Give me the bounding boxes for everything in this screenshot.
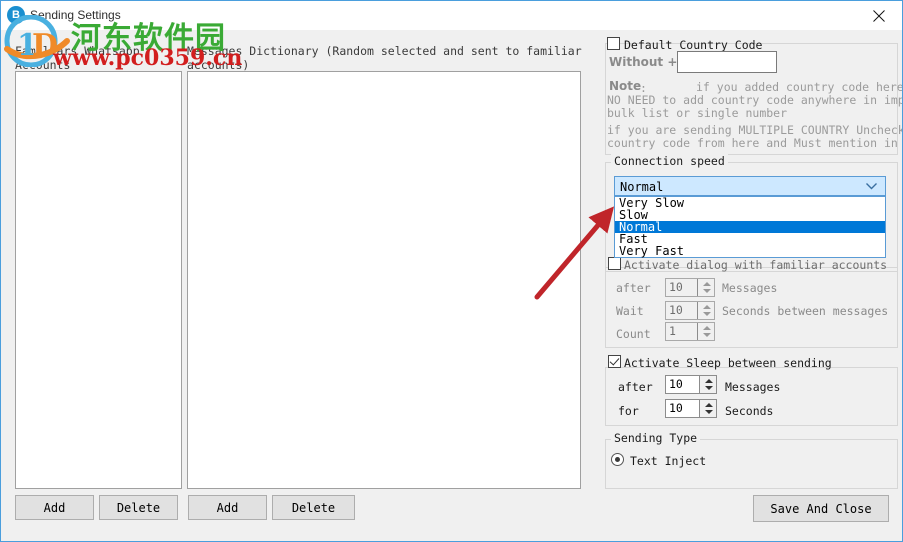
sleep-after-unit: Messages <box>725 380 781 394</box>
stepper-arrows[interactable] <box>697 323 714 340</box>
text-inject-radio[interactable] <box>611 453 624 466</box>
connection-speed-dropdown[interactable]: Normal <box>614 176 886 196</box>
sending-settings-window: B Sending Settings 1 D 河东软件园 www.pc0359.… <box>0 0 903 542</box>
stepper-arrows[interactable] <box>699 400 716 417</box>
save-and-close-button[interactable]: Save And Close <box>753 495 889 522</box>
dialog-count-label: Count <box>616 327 651 341</box>
dialog-after-label: after <box>616 281 651 295</box>
messages-delete-button[interactable]: Delete <box>272 495 355 520</box>
sleep-after-stepper[interactable]: 10 <box>665 375 717 394</box>
sleep-for-stepper[interactable]: 10 <box>665 399 717 418</box>
combo-option[interactable]: Very Fast <box>615 245 885 258</box>
connection-speed-option-list[interactable]: Very Slow Slow Normal Fast Very Fast <box>614 196 886 258</box>
messages-dictionary-listbox[interactable] <box>187 71 581 489</box>
title-bar: B Sending Settings <box>1 1 902 30</box>
note-line-2: NO NEED to add country code anywhere in … <box>607 93 902 107</box>
combo-option[interactable]: Very Slow <box>615 197 885 210</box>
activate-sleep-label: Activate Sleep between sending <box>624 356 832 370</box>
dialog-after-value: 10 <box>669 280 683 294</box>
text-inject-label: Text Inject <box>630 454 707 468</box>
close-button[interactable] <box>856 1 902 29</box>
sleep-for-value: 10 <box>669 401 683 415</box>
note-line-3: bulk list or single number <box>607 106 788 120</box>
without-plus-label: Without + <box>609 55 678 69</box>
stepper-arrows[interactable] <box>699 376 716 393</box>
dialog-wait-value: 10 <box>669 303 683 317</box>
dialog-wait-label: Wait <box>616 304 644 318</box>
sleep-for-label: for <box>618 404 639 418</box>
dialog-wait-unit: Seconds between messages <box>722 304 889 318</box>
chevron-down-icon <box>866 183 877 190</box>
dialog-wait-stepper[interactable]: 10 <box>665 301 715 320</box>
combo-option-selected[interactable]: Normal <box>615 221 885 233</box>
window-title: Sending Settings <box>30 8 121 22</box>
default-country-code-label: Default Country Code <box>624 38 763 52</box>
note-label: Note <box>609 79 642 93</box>
dialog-after-unit: Messages <box>722 281 778 295</box>
sending-type-title: Sending Type <box>611 431 701 445</box>
dialog-count-value: 1 <box>669 324 676 338</box>
familiars-accounts-label: Familiars Whatsapp Accounts <box>15 44 140 72</box>
stepper-arrows[interactable] <box>697 279 714 296</box>
familiars-add-button[interactable]: Add <box>15 495 94 520</box>
sleep-after-label: after <box>618 380 653 394</box>
connection-speed-title: Connection speed <box>611 154 728 168</box>
dialog-after-stepper[interactable]: 10 <box>665 278 715 297</box>
activate-dialog-checkbox[interactable] <box>608 257 621 270</box>
messages-dictionary-label: Messages Dictionary (Random selected and… <box>187 44 582 72</box>
country-code-input[interactable] <box>677 51 777 73</box>
dialog-count-stepper[interactable]: 1 <box>665 322 715 341</box>
messages-add-button[interactable]: Add <box>188 495 267 520</box>
stepper-arrows[interactable] <box>697 302 714 319</box>
activate-sleep-checkbox[interactable] <box>608 355 621 368</box>
note-line-4: if you are sending MULTIPLE COUNTRY Unch… <box>607 123 903 137</box>
app-b-icon: B <box>7 6 25 24</box>
sleep-for-unit: Seconds <box>725 404 774 418</box>
sleep-after-value: 10 <box>669 377 683 391</box>
note-line-5: country code from here and Must mention … <box>607 136 902 150</box>
connection-speed-value: Normal <box>620 180 664 194</box>
activate-dialog-label: Activate dialog with familiar accounts <box>624 258 888 272</box>
note-line-1: if you added country code here <box>696 80 903 94</box>
default-country-code-checkbox[interactable] <box>607 37 620 50</box>
familiars-accounts-listbox[interactable] <box>15 71 182 489</box>
familiars-delete-button[interactable]: Delete <box>99 495 178 520</box>
